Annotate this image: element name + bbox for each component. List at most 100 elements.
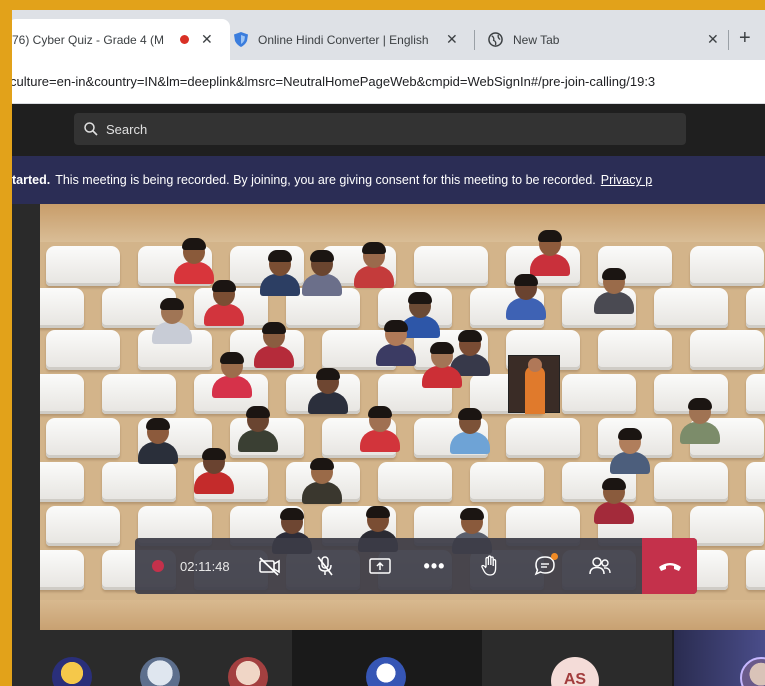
participant-video [150, 298, 194, 344]
participant-gallery-strip: AS [12, 630, 765, 686]
auditorium-seat [102, 374, 176, 414]
auditorium-seat [40, 374, 84, 414]
auditorium-seat [46, 330, 120, 370]
auditorium-seat [414, 246, 488, 286]
screen: 76) Cyber Quiz - Grade 4 (M ✕ Online Hin… [12, 10, 765, 686]
leave-call-button[interactable] [642, 538, 697, 594]
meeting-timer: 02:11:48 [180, 558, 230, 574]
banner-bold-text: tarted. [12, 173, 51, 187]
participants-button[interactable] [572, 538, 627, 594]
participant-video [300, 458, 344, 504]
close-tab-icon[interactable]: ✕ [201, 31, 213, 48]
tab-divider [474, 30, 475, 50]
tab-hindi-converter[interactable]: Online Hindi Converter | English ✕ [234, 19, 474, 60]
participant-video [192, 448, 236, 494]
participant-video [448, 408, 492, 454]
auditorium-seat [690, 330, 764, 370]
auditorium-seat [102, 462, 176, 502]
participant-video [258, 250, 302, 296]
browser-tab-bar: 76) Cyber Quiz - Grade 4 (M ✕ Online Hin… [12, 10, 765, 60]
url-text: culture=en-in&country=IN&lm=deeplink&lms… [12, 74, 656, 89]
auditorium-seat [746, 550, 765, 590]
hang-up-icon [658, 563, 681, 571]
auditorium-seat [470, 462, 544, 502]
tab-title: Online Hindi Converter | English [258, 32, 429, 47]
auditorium-seat [746, 288, 765, 328]
auditorium-floor [40, 600, 765, 630]
chat-notification-badge [551, 553, 558, 560]
more-options-icon: ••• [423, 555, 446, 576]
participant-video [236, 406, 280, 452]
participant-video [420, 342, 464, 388]
participant-video [300, 250, 344, 296]
close-tab-icon[interactable]: ✕ [707, 31, 719, 48]
share-screen-button[interactable] [352, 538, 407, 594]
gallery-tile[interactable] [674, 630, 765, 686]
camera-off-icon [258, 557, 280, 576]
share-screen-icon [368, 558, 391, 574]
address-bar[interactable]: culture=en-in&country=IN&lm=deeplink&lms… [12, 60, 765, 104]
participant-video [608, 428, 652, 474]
auditorium-seat [690, 246, 764, 286]
globe-icon [488, 32, 503, 47]
teams-header: Search [12, 104, 765, 156]
participant-video-tile [508, 355, 560, 414]
raise-hand-button[interactable] [462, 538, 517, 594]
participant-video [202, 280, 246, 326]
auditorium-seat [654, 288, 728, 328]
banner-text: This meeting is being recorded. By joini… [55, 173, 596, 187]
auditorium-seat [40, 462, 84, 502]
privacy-link[interactable]: Privacy p [601, 173, 652, 187]
participant-video [504, 274, 548, 320]
participant-video [592, 478, 636, 524]
participant-video [678, 398, 722, 444]
mic-muted-icon [316, 556, 333, 576]
search-placeholder: Search [106, 121, 148, 137]
auditorium-seat [690, 506, 764, 546]
recording-icon [180, 35, 189, 44]
new-tab-button[interactable]: + [739, 28, 751, 48]
auditorium-wall [40, 204, 765, 242]
tab-new-tab[interactable]: New Tab ✕ [488, 19, 728, 60]
participant-video [358, 406, 402, 452]
participant-video [374, 320, 418, 366]
participant-video [592, 268, 636, 314]
auditorium-seat [378, 462, 452, 502]
search-icon [84, 122, 98, 136]
left-rail [12, 204, 40, 630]
participant-video [252, 322, 296, 368]
participant-video [352, 242, 396, 288]
tab-title: 76) Cyber Quiz - Grade 4 (M [12, 32, 165, 47]
tab-title: New Tab [513, 32, 560, 47]
auditorium-seat [506, 418, 580, 458]
auditorium-seat [46, 418, 120, 458]
auditorium-seat [654, 462, 728, 502]
raise-hand-icon [480, 555, 496, 576]
meeting-control-bar: 02:11:48 ••• [135, 538, 697, 594]
chat-button[interactable] [517, 538, 572, 594]
auditorium-seat [746, 462, 765, 502]
search-input[interactable]: Search [74, 113, 686, 145]
auditorium-seat [40, 288, 84, 328]
auditorium-seat [598, 330, 672, 370]
shield-icon [234, 32, 248, 47]
auditorium-seat [746, 374, 765, 414]
auditorium-seat [46, 246, 120, 286]
camera-toggle-button[interactable] [242, 538, 297, 594]
tab-divider [728, 30, 729, 50]
recording-indicator-icon [152, 560, 164, 572]
mic-toggle-button[interactable] [297, 538, 352, 594]
auditorium-seat [46, 506, 120, 546]
auditorium-seat [40, 550, 84, 590]
participant-video [136, 418, 180, 464]
participant-video [306, 368, 350, 414]
participant-video [210, 352, 254, 398]
auditorium-seat [562, 374, 636, 414]
participant-avatar[interactable] [740, 657, 765, 686]
tab-cyber-quiz[interactable]: 76) Cyber Quiz - Grade 4 (M ✕ [12, 19, 230, 60]
participant-video [528, 230, 572, 276]
participants-icon [588, 557, 611, 575]
more-options-button[interactable]: ••• [407, 538, 462, 594]
participant-video [172, 238, 216, 284]
close-tab-icon[interactable]: ✕ [446, 31, 458, 48]
